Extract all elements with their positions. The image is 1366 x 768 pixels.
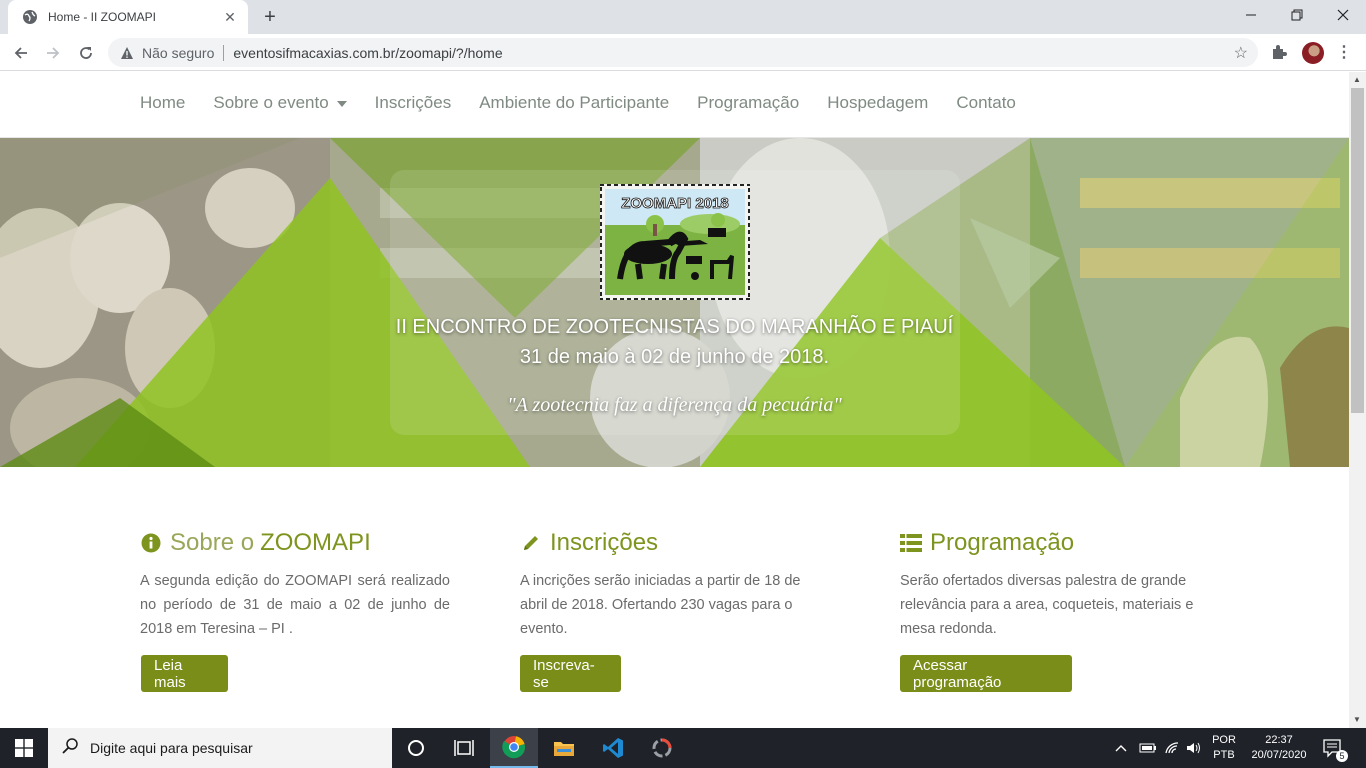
browser-tab-strip: Home - II ZOOMAPI ✕ + [0,0,1366,34]
nav-hospedagem[interactable]: Hospedagem [813,93,942,113]
taskbar-search-box[interactable]: Digite aqui para pesquisar [48,728,392,768]
new-tab-button[interactable]: + [258,5,282,29]
globe-icon [22,9,38,25]
minimize-icon[interactable] [1228,0,1274,30]
nav-inscricoes[interactable]: Inscrições [361,93,466,113]
info-circle-icon [140,532,162,554]
nav-ambiente-do-participante[interactable]: Ambiente do Participante [465,93,683,113]
input-language[interactable]: POR PTB [1210,733,1238,763]
event-title: II ENCONTRO DE ZOOTECNISTAS DO MARANHÃO … [395,316,954,338]
language-code: POR [1212,734,1236,746]
card-inscricoes-title: Inscrições [520,527,830,559]
notification-count-badge: 5 [1336,750,1348,762]
site-navbar: Home Sobre o evento Inscrições Ambiente … [0,72,1349,138]
volume-icon[interactable] [1186,728,1202,768]
nav-contato[interactable]: Contato [942,93,1030,113]
clock-time: 22:37 [1265,734,1293,746]
profile-avatar[interactable] [1302,42,1324,64]
pencil-icon [520,532,542,554]
security-status[interactable]: Não seguro [142,45,214,61]
nav-home[interactable]: Home [126,93,199,113]
leia-mais-button[interactable]: Leia mais [141,655,228,692]
hero-banner: ZOOMAPI 2018 II ENCONTRO DE ZOOTECNISTAS… [0,138,1349,467]
event-motto: "A zootecnia faz a diferença da pecuária… [507,394,842,416]
windows-taskbar: Digite aqui para pesquisar POR PTB 22:37… [0,728,1366,768]
card-sobre-title-prefix: Sobre o [170,529,255,556]
wifi-icon[interactable] [1164,728,1180,768]
logo-title: ZOOMAPI 2018 [621,195,729,212]
taskbar-clock[interactable]: 22:37 20/07/2020 [1244,733,1314,763]
card-sobre-text: A segunda edição do ZOOMAPI será realiza… [140,573,450,637]
show-hidden-icons-chevron-icon[interactable] [1114,728,1128,768]
page-scrollbar[interactable]: ▲ ▼ [1349,72,1366,728]
card-sobre-title: Sobre o ZOOMAPI [140,527,450,559]
vscode-icon[interactable] [589,728,637,768]
event-dates: 31 de maio à 02 de junho de 2018. [519,346,830,368]
card-programacao-title-text: Programação [930,529,1075,556]
page-viewport: Home Sobre o evento Inscrições Ambiente … [0,72,1349,728]
zoomapi-stamp-logo: ZOOMAPI 2018 [600,184,750,300]
card-sobre: Sobre o ZOOMAPI A segunda edição do ZOOM… [140,527,450,641]
url-text[interactable]: eventosifmacaxias.com.br/zoomapi/?/home [233,45,502,61]
card-programacao-title: Programação [900,527,1210,559]
app-taskbar-icon[interactable] [638,728,686,768]
more-menu-icon[interactable]: ⋮ [1336,42,1352,62]
warning-icon[interactable] [120,46,134,60]
window-close-icon[interactable] [1320,0,1366,30]
nav-programacao[interactable]: Programação [683,93,813,113]
reload-icon[interactable] [73,40,99,66]
scroll-up-icon[interactable]: ▲ [1353,75,1361,84]
tab-title: Home - II ZOOMAPI [48,10,157,24]
card-inscricoes-text: A incrições serão iniciadas a partir de … [520,573,801,637]
browser-toolbar: Não seguro eventosifmacaxias.com.br/zoom… [0,34,1366,71]
browser-tab[interactable]: Home - II ZOOMAPI ✕ [8,0,248,34]
tab-close-icon[interactable]: ✕ [222,9,238,25]
inscreva-se-button[interactable]: Inscreva-se [520,655,621,692]
clock-date: 20/07/2020 [1251,749,1307,761]
extensions-puzzle-icon[interactable] [1270,43,1288,61]
card-programacao: Programação Serão ofertados diversas pal… [900,527,1210,641]
cortana-icon[interactable] [392,728,440,768]
back-icon[interactable] [8,40,34,66]
scrollbar-thumb[interactable] [1351,88,1364,413]
card-sobre-title-text: ZOOMAPI [260,529,371,556]
acessar-programacao-button[interactable]: Acessar programação [900,655,1072,692]
keyboard-layout: PTB [1213,749,1235,761]
windows-start-icon[interactable] [0,728,48,768]
battery-icon[interactable] [1139,728,1157,768]
nav-sobre-label: Sobre o evento [213,93,329,112]
task-view-icon[interactable] [440,728,488,768]
divider [223,44,225,61]
card-programacao-text: Serão ofertados diversas palestra de gra… [900,573,1194,637]
list-icon [900,532,922,554]
nav-sobre-o-evento[interactable]: Sobre o evento [199,93,360,113]
scroll-down-icon[interactable]: ▼ [1353,715,1361,724]
taskbar-search-placeholder: Digite aqui para pesquisar [90,740,253,756]
action-center-icon[interactable]: 5 [1322,728,1348,768]
address-bar[interactable]: Não seguro eventosifmacaxias.com.br/zoom… [108,38,1258,67]
card-inscricoes: Inscrições A incrições serão iniciadas a… [520,527,830,641]
dropdown-caret-icon [336,100,347,107]
bookmark-star-icon[interactable]: ☆ [1234,43,1248,63]
file-explorer-icon[interactable] [540,728,588,768]
restore-icon[interactable] [1274,0,1320,30]
card-inscricoes-title-text: Inscrições [550,529,659,556]
forward-icon[interactable] [40,40,66,66]
chrome-taskbar-icon[interactable] [490,728,538,768]
search-icon [62,737,78,759]
